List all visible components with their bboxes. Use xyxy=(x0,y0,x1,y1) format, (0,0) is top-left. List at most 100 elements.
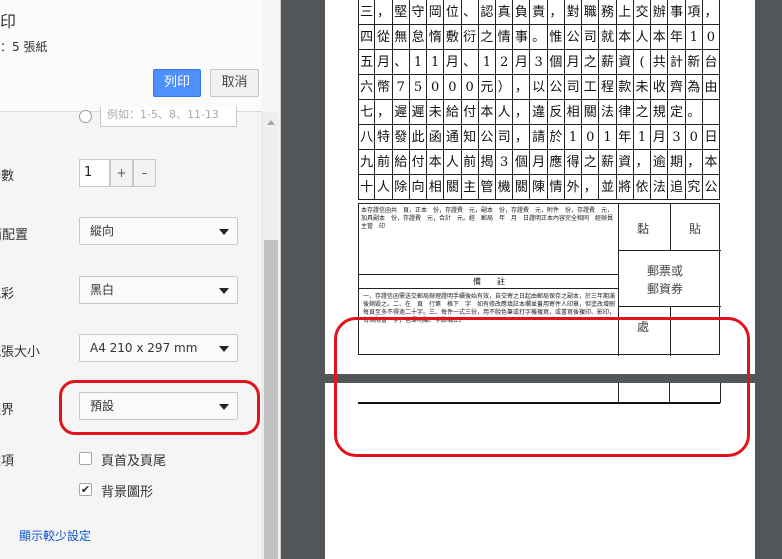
layout-label: 版面配置 xyxy=(0,228,29,243)
letter-cell: 1 xyxy=(479,50,497,75)
headers-footers-label[interactable]: 頁首及頁尾 xyxy=(101,450,166,469)
letter-cell: ， xyxy=(634,150,652,175)
color-select[interactable]: 黑白 xyxy=(79,276,238,304)
letter-cell: 本 xyxy=(617,25,634,50)
letter-cell: 、 xyxy=(462,50,479,75)
letter-cell: 月 xyxy=(651,125,669,150)
letter-cell: 追 xyxy=(668,175,686,200)
scrollbar-thumb[interactable] xyxy=(264,240,278,559)
letter-cell: 違 xyxy=(530,100,548,125)
show-fewer-settings-link[interactable]: 顯示較少設定 xyxy=(19,527,91,544)
letter-cell: 。 xyxy=(686,100,703,125)
letter-cell: 職 xyxy=(582,0,600,25)
settings-scrollbar[interactable] xyxy=(262,112,279,559)
letter-cell: 本 xyxy=(479,100,497,125)
print-settings-panel: 列印 總計：5 張紙 列印 取消 例如：1-5、8、11-13 份數 1 + –… xyxy=(0,0,281,559)
letter-cell: 元 xyxy=(479,75,497,100)
letter-cell: 5 xyxy=(410,75,428,100)
copies-decrement-button[interactable]: – xyxy=(133,159,156,187)
letter-cell: 0 xyxy=(462,75,479,100)
background-graphics-label[interactable]: 背景圖形 xyxy=(101,481,153,500)
letter-cell: 遲 xyxy=(393,100,410,125)
letter-cell: 未 xyxy=(634,75,652,100)
scroll-up-icon[interactable] xyxy=(267,120,275,125)
letter-cell: 相 xyxy=(565,100,583,125)
letter-cell: 本 xyxy=(703,150,721,175)
letter-cell: 認 xyxy=(479,0,497,25)
letter-cell: ( xyxy=(634,50,652,75)
letter-cell: 公 xyxy=(479,125,497,150)
letter-row: 八特發此函通知公司，請於 1 0 1 年 1 月 3 0 日 xyxy=(358,125,721,150)
letter-cell: ， xyxy=(513,75,531,100)
letter-cell xyxy=(703,100,721,125)
custom-pages-radio[interactable] xyxy=(79,110,92,123)
copies-input[interactable]: 1 xyxy=(79,159,110,187)
letter-cell: 五 xyxy=(358,50,376,75)
letter-cell: 主 xyxy=(462,175,479,200)
stamp-text-2: 貼 xyxy=(689,222,702,236)
letter-cell: 給 xyxy=(393,150,410,175)
letter-cell: 此 xyxy=(410,125,428,150)
paper-size-select[interactable]: A4 210 x 297 mm xyxy=(79,334,238,362)
letter-cell: 司 xyxy=(496,125,514,150)
letter-cell: 齊 xyxy=(668,75,686,100)
letter-cell: 對 xyxy=(565,0,583,25)
letter-cell: 十 xyxy=(358,175,376,200)
letter-cell: 將 xyxy=(617,175,634,200)
letter-cell: 程 xyxy=(599,75,617,100)
headers-footers-checkbox[interactable] xyxy=(79,452,92,465)
background-graphics-checkbox[interactable]: ✔ xyxy=(79,483,92,496)
letter-cell: 。 xyxy=(530,25,548,50)
letter-cell: 人 xyxy=(444,150,462,175)
letter-cell: 遲 xyxy=(410,100,428,125)
letter-cell: 月 xyxy=(530,150,548,175)
letter-cell: 規 xyxy=(651,100,669,125)
custom-pages-input[interactable]: 例如：1-5、8、11-13 xyxy=(100,107,237,127)
letter-cell: 3 xyxy=(496,150,514,175)
chevron-down-icon xyxy=(219,288,229,294)
print-button[interactable]: 列印 xyxy=(153,69,201,97)
print-dialog-title: 列印 xyxy=(0,12,17,31)
letter-cell: ， xyxy=(513,100,531,125)
margins-value: 預設 xyxy=(90,399,115,413)
letter-cell: 0 xyxy=(582,125,600,150)
letter-cell: 應 xyxy=(548,150,565,175)
letter-cell: 司 xyxy=(565,75,583,100)
letter-cell: 付 xyxy=(462,100,479,125)
letter-cell: 由 xyxy=(703,75,721,100)
margins-select[interactable]: 預設 xyxy=(79,392,238,420)
letter-cell: 敷 xyxy=(444,25,462,50)
letter-cell: 六 xyxy=(358,75,376,100)
preview-page-1: 三，堅守岡位、認真負責，對職務上交辦事項，四從無怠惰敷衍之情事。惟公司就本人本年… xyxy=(325,0,755,374)
letter-cell: 依 xyxy=(634,175,652,200)
letter-cell: 、 xyxy=(462,0,479,25)
letter-cell: 法 xyxy=(651,175,669,200)
letter-cell: 反 xyxy=(548,100,565,125)
letter-cell: 0 xyxy=(427,75,445,100)
letter-row: 四從無怠惰敷衍之情事。惟公司就本人本年 1 0 xyxy=(358,25,721,50)
letter-cell: 揭 xyxy=(479,150,497,175)
cancel-button[interactable]: 取消 xyxy=(210,69,259,97)
letter-cell: 關 xyxy=(582,100,600,125)
letter-cell: 函 xyxy=(427,125,445,150)
letter-cell: 3 xyxy=(668,125,686,150)
letter-cell: 法 xyxy=(599,100,617,125)
letter-cell: ， xyxy=(686,150,703,175)
form-fee-note: 本存證信函共 頁，正本 份，存證費 元，副本 份，存證費 元，附件 份，存證費 … xyxy=(361,207,620,230)
letter-cell: 守 xyxy=(410,0,428,25)
letter-cell: 台 xyxy=(703,50,721,75)
copies-increment-button[interactable]: + xyxy=(110,159,133,187)
letter-cell: 共 xyxy=(651,50,669,75)
letter-cell: 相 xyxy=(427,175,445,200)
letter-cell: 請 xyxy=(530,125,548,150)
letter-cell: 得 xyxy=(565,150,583,175)
stamp-text-4: 郵資券 xyxy=(647,282,684,296)
letter-cell: 資 xyxy=(617,50,634,75)
letter-cell: 資 xyxy=(617,150,634,175)
letter-cell: 以 xyxy=(530,75,548,100)
letter-cell: 發 xyxy=(393,125,410,150)
letter-row: 九前給付本人前揭 3 個月應得之薪資，逾期，本 xyxy=(358,150,721,175)
layout-select[interactable]: 縱向 xyxy=(79,217,238,245)
letter-row: 七，遲遲未給付本人，違反相關法律之規定。 xyxy=(358,100,721,125)
page-2-divider xyxy=(618,383,619,403)
